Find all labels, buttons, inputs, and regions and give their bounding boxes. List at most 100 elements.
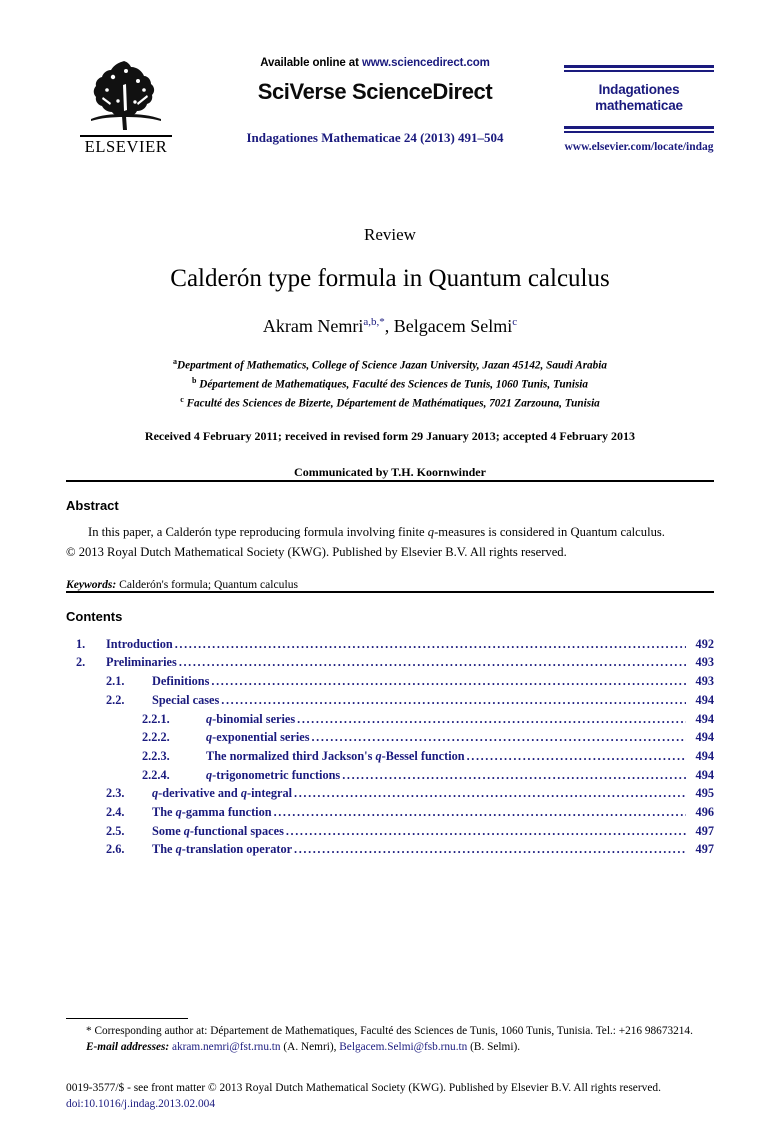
- toc-entry[interactable]: 2.3. q-derivative and q-integral.........…: [66, 784, 714, 803]
- author-list: Akram Nemria,b,*, Belgacem Selmic: [66, 316, 714, 337]
- toc-entry-page: 495: [695, 786, 714, 801]
- toc-entry[interactable]: 2.1. Definitions.........................…: [66, 672, 714, 691]
- affiliation-mark-3: c: [180, 394, 184, 404]
- toc-entry-page: 494: [695, 692, 714, 707]
- toc-entry[interactable]: 2.6. The q-translation operator..........…: [66, 840, 714, 859]
- toc-dot-leader: ........................................…: [294, 786, 686, 801]
- toc-dot-leader: ........................................…: [294, 842, 686, 857]
- affiliation-3: c Faculté des Sciences de Bizerte, Dépar…: [66, 394, 714, 413]
- toc-dot-leader: ........................................…: [466, 748, 686, 763]
- toc-entry-page: 494: [695, 767, 714, 782]
- communicated-by: Communicated by T.H. Koornwinder: [294, 465, 486, 480]
- toc-dot-leader: ........................................…: [178, 655, 686, 670]
- toc-entry-number: 2.2.: [106, 692, 125, 707]
- corresponding-author-text: Corresponding author at: Département de …: [91, 1025, 693, 1038]
- toc-entry-label: q-binomial series: [206, 711, 296, 726]
- email-link-1[interactable]: akram.nemri@fst.rnu.tn: [172, 1041, 281, 1053]
- abstract-text-part1: In this paper, a Calderón type reproduci…: [88, 525, 428, 540]
- toc-entry-page: 493: [695, 655, 714, 670]
- toc-entry-page: 494: [695, 730, 714, 745]
- sciverse-sciencedirect-logo: SciVerse ScienceDirect: [257, 79, 493, 104]
- toc-entry-page: 496: [695, 804, 714, 819]
- journal-logo-top-rule-thick: [564, 65, 714, 68]
- toc-entry-page: 497: [695, 823, 714, 838]
- toc-entry-page: 497: [695, 842, 714, 857]
- abstract-text-part2: -measures is considered in Quantum calcu…: [434, 525, 665, 540]
- toc-entry[interactable]: 1. Introduction..........................…: [66, 635, 714, 654]
- toc-entry-number: 2.6.: [106, 842, 125, 857]
- imprint-block: 0019-3577/$ - see front matter © 2013 Ro…: [66, 1080, 714, 1112]
- email-addresses-note: E-mail addresses: akram.nemri@fst.rnu.tn…: [66, 1040, 714, 1056]
- journal-homepage-link[interactable]: www.elsevier.com/locate/indag: [564, 141, 714, 153]
- toc-entry-page: 494: [695, 748, 714, 763]
- toc-entry[interactable]: 2. Preliminaries.........................…: [66, 653, 714, 672]
- available-online-line: Available online at www.sciencedirect.co…: [186, 57, 564, 69]
- toc-entry[interactable]: 2.2.3. The normalized third Jackson's q-B…: [66, 747, 714, 766]
- author-marks-1: a,b,*: [363, 316, 385, 328]
- toc-entry[interactable]: 2.2. Special cases.......................…: [66, 691, 714, 710]
- masthead: ELSEVIER Available online at www.science…: [66, 0, 714, 195]
- toc-entry-number: 2.2.3.: [142, 748, 170, 763]
- abstract-heading: Abstract: [66, 498, 119, 514]
- page-title: Calderón type formula in Quantum calculu…: [170, 265, 610, 292]
- article-history: Received 4 February 2011; received in re…: [144, 429, 636, 444]
- journal-reference-link[interactable]: Indagationes Mathematicae 24 (2013) 491–…: [186, 130, 564, 146]
- toc-entry[interactable]: 2.2.2. q-exponential series..............…: [66, 728, 714, 747]
- article-first-page: ELSEVIER Available online at www.science…: [0, 0, 780, 1134]
- abstract-copyright: © 2013 Royal Dutch Mathematical Society …: [66, 544, 567, 559]
- keywords-line: Keywords: Calderón's formula; Quantum ca…: [66, 578, 714, 591]
- toc-dot-leader: ........................................…: [273, 804, 686, 819]
- toc-entry-label: Some q-functional spaces: [152, 823, 284, 838]
- toc-entry-label: The normalized third Jackson's q-Bessel …: [206, 748, 465, 763]
- toc-entry-number: 2.5.: [106, 823, 125, 838]
- toc-entry[interactable]: 2.2.1. q-binomial series.................…: [66, 710, 714, 729]
- toc-entry[interactable]: 2.5. Some q-functional spaces............…: [66, 822, 714, 841]
- journal-logo-line2: mathematicae: [595, 98, 683, 114]
- toc-entry-number: 1.: [76, 636, 86, 651]
- author-name-1: Akram Nemri: [262, 316, 364, 336]
- footnotes-block: * Corresponding author at: Département d…: [66, 1018, 714, 1056]
- affiliation-text-2: Département de Mathematiques, Faculté de…: [199, 378, 589, 391]
- affiliation-text-3: Faculté des Sciences de Bizerte, Départe…: [186, 397, 600, 410]
- toc-entry-page: 492: [695, 636, 714, 651]
- toc-entry[interactable]: 2.2.4. q-trigonometric functions.........…: [66, 766, 714, 785]
- email-owner-1: (A. Nemri),: [280, 1041, 340, 1054]
- toc-entry-label: The q-gamma function: [152, 804, 272, 819]
- toc-entry-number: 2.: [76, 655, 86, 670]
- toc-entry-number: 2.2.1.: [142, 711, 170, 726]
- affiliation-text-1: Department of Mathematics, College of Sc…: [177, 359, 607, 372]
- toc-dot-leader: ........................................…: [342, 767, 686, 782]
- toc-entry-label: Definitions: [152, 674, 210, 689]
- elsevier-wordmark: ELSEVIER: [84, 137, 168, 156]
- affiliation-1: aDepartment of Mathematics, College of S…: [66, 356, 714, 375]
- toc-entry-label: Special cases: [152, 692, 220, 707]
- journal-logo-bottom-rules: [564, 126, 714, 133]
- author-marks-2: c: [512, 316, 518, 328]
- toc-entry[interactable]: 2.4. The q-gamma function................…: [66, 803, 714, 822]
- toc-entry-number: 2.1.: [106, 674, 125, 689]
- author-separator: ,: [384, 316, 394, 336]
- article-type: Review: [364, 225, 416, 244]
- toc-entry-number: 2.4.: [106, 804, 125, 819]
- toc-entry-label: q-trigonometric functions: [206, 767, 341, 782]
- journal-logo-block: Indagationes mathematicae www.elsevier.c…: [564, 55, 714, 153]
- sciencedirect-block: Available online at www.sciencedirect.co…: [186, 55, 564, 146]
- toc-dot-leader: ........................................…: [174, 636, 686, 651]
- sciencedirect-url-link[interactable]: www.sciencedirect.com: [362, 57, 490, 69]
- corresponding-author-note: * Corresponding author at: Département d…: [66, 1024, 714, 1040]
- elsevier-logo: ELSEVIER: [66, 55, 186, 156]
- doi-link[interactable]: doi:10.1016/j.indag.2013.02.004: [66, 1096, 714, 1112]
- keywords-value: Calderón's formula; Quantum calculus: [119, 577, 299, 591]
- journal-logo-top-rule-thin: [564, 70, 714, 72]
- toc-entry-label: The q-translation operator: [152, 842, 293, 857]
- toc-entry-number: 2.2.2.: [142, 730, 170, 745]
- toc-entry-label: q-derivative and q-integral: [152, 786, 293, 801]
- email-link-2[interactable]: Belgacem.Selmi@fsb.rnu.tn: [339, 1041, 467, 1053]
- toc-entry-page: 494: [695, 711, 714, 726]
- keywords-label: Keywords:: [66, 577, 117, 591]
- toc-entry-label: q-exponential series: [206, 730, 310, 745]
- title-block: Review Calderón type formula in Quantum …: [66, 225, 714, 480]
- affiliation-mark-2: b: [191, 375, 197, 385]
- journal-logo-title: Indagationes mathematicae: [564, 82, 714, 116]
- toc-dot-leader: ........................................…: [221, 692, 686, 707]
